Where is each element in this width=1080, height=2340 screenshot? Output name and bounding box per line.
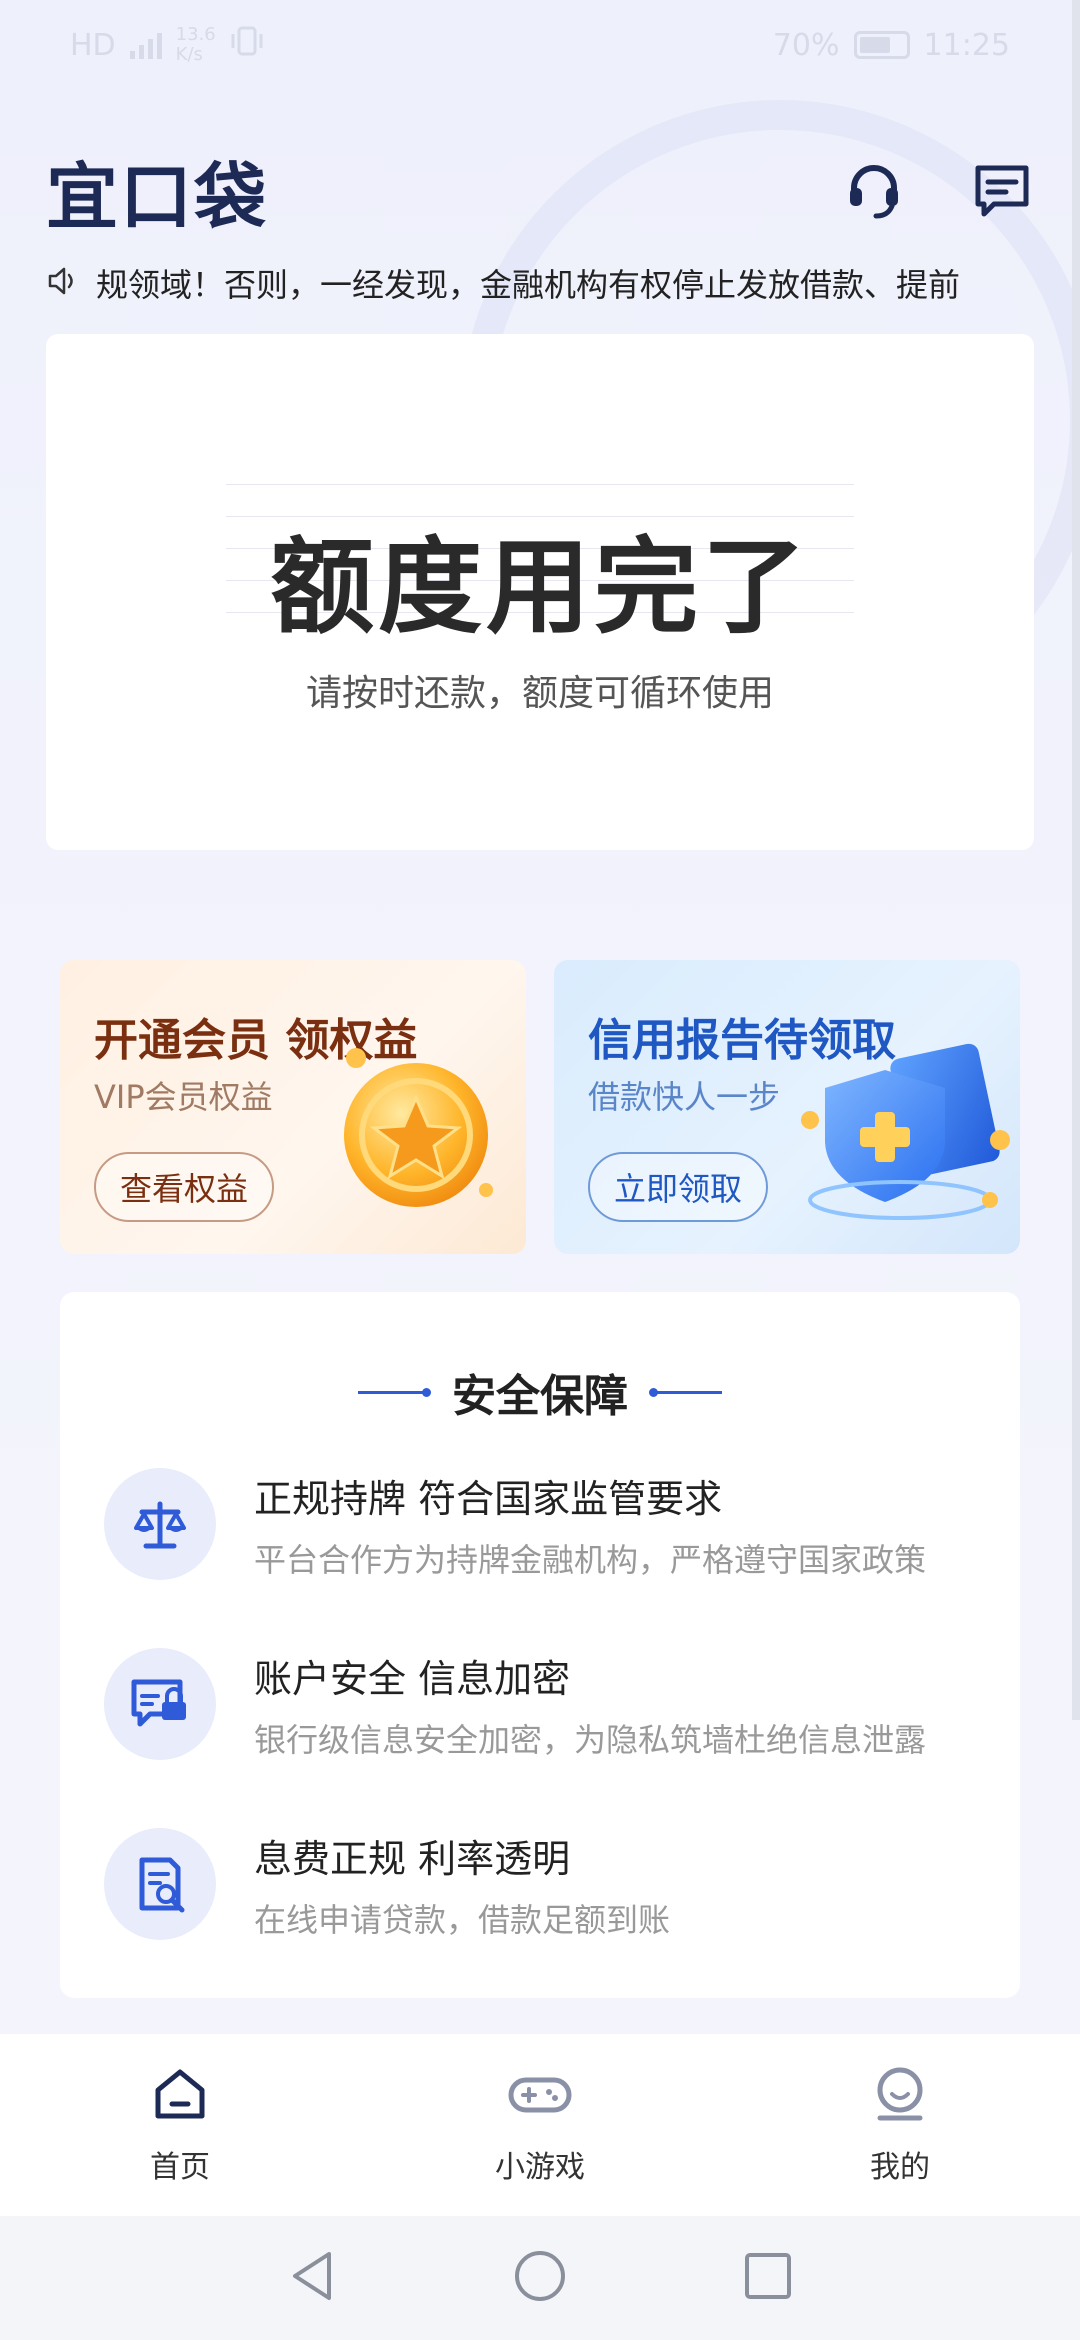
security-item-desc: 在线申请贷款，借款足额到账: [254, 1900, 671, 1939]
document-search-icon: [104, 1828, 216, 1940]
view-benefits-button[interactable]: 查看权益: [94, 1152, 275, 1222]
security-item-account: 账户安全 信息加密 银行级信息安全加密，为隐私筑墙杜绝信息泄露: [104, 1644, 984, 1764]
network-type: HD: [70, 27, 116, 63]
network-speed-unit: K/s: [175, 44, 203, 65]
back-icon[interactable]: [287, 2248, 337, 2308]
security-item-fees: 息费正规 利率透明 在线申请贷款，借款足额到账: [104, 1824, 984, 1944]
nav-home[interactable]: 首页: [80, 2064, 280, 2186]
security-title: 安全保障: [452, 1371, 628, 1422]
system-nav-bar: [0, 2216, 1080, 2340]
network-speed-value: 13.6: [175, 24, 216, 45]
bottom-nav: 首页 小游戏 我的: [0, 2034, 1080, 2216]
scale-icon: [104, 1468, 216, 1580]
nav-profile[interactable]: 我的: [800, 2064, 1000, 2186]
notice-marquee[interactable]: 规领域！否则，一经发现，金融机构有权停止发放借款、提前: [46, 255, 1036, 311]
divider: [358, 1387, 431, 1397]
security-item-desc: 银行级信息安全加密，为隐私筑墙杜绝信息泄露: [254, 1720, 927, 1759]
gamepad-icon: [507, 2064, 573, 2128]
security-item-license: 正规持牌 符合国家监管要求 平台合作方为持牌金融机构，严格遵守国家政策: [104, 1464, 984, 1584]
quota-title: 额度用完了: [269, 526, 810, 648]
scrollbar[interactable]: [1072, 0, 1080, 1720]
nav-mini-games[interactable]: 小游戏: [440, 2064, 640, 2186]
security-header: 安全保障: [60, 1360, 1020, 1424]
battery-icon: [853, 31, 910, 59]
quota-card: 额度用完了 请按时还款，额度可循环使用: [46, 334, 1034, 850]
message-icon[interactable]: [970, 158, 1034, 222]
home-button-icon[interactable]: [512, 2248, 568, 2308]
app-screen: HD 13.6 K/s 70% 11:25 宜口袋 规领域！否则，一经发现，金融…: [0, 0, 1080, 2340]
security-section: 安全保障 正规持牌 符合国家监管要求 平台合作方为持牌金融机构，严格遵守国家政策: [60, 1292, 1020, 1998]
divider: [649, 1387, 722, 1397]
quota-subtitle: 请按时还款，额度可循环使用: [305, 673, 774, 714]
gold-coin-icon: [316, 1030, 516, 1234]
credit-promo-subtitle: 借款快人一步: [588, 1078, 781, 1116]
vip-promo-card[interactable]: 开通会员 领权益 VIP会员权益 查看权益: [60, 960, 526, 1254]
security-item-title: 账户安全 信息加密: [254, 1656, 571, 1701]
vibrate-icon: [230, 26, 264, 64]
speaker-icon: [46, 265, 78, 301]
nav-label: 我的: [870, 2150, 930, 2185]
home-icon: [150, 2064, 210, 2128]
signal-icon: [129, 31, 162, 59]
secure-message-icon: [104, 1648, 216, 1760]
shield-icon: [790, 1030, 1020, 1244]
notice-text: 规领域！否则，一经发现，金融机构有权停止发放借款、提前: [96, 266, 961, 304]
headset-icon[interactable]: [842, 158, 906, 222]
status-bar: HD 13.6 K/s 70% 11:25: [0, 0, 1080, 90]
profile-icon: [870, 2064, 930, 2128]
security-item-desc: 平台合作方为持牌金融机构，严格遵守国家政策: [254, 1540, 927, 1579]
nav-label: 首页: [150, 2150, 210, 2185]
clock: 11:25: [923, 27, 1010, 63]
app-header: 宜口袋: [0, 140, 1080, 240]
vip-promo-subtitle: VIP会员权益: [94, 1078, 273, 1116]
recents-icon[interactable]: [743, 2251, 793, 2305]
app-logo: 宜口袋: [46, 154, 269, 239]
security-item-title: 正规持牌 符合国家监管要求: [254, 1476, 723, 1521]
network-speed: 13.6 K/s: [176, 25, 216, 65]
claim-now-button[interactable]: 立即领取: [588, 1152, 769, 1222]
battery-percent: 70%: [772, 27, 840, 63]
credit-report-promo-card[interactable]: 信用报告待领取 借款快人一步 立即领取: [554, 960, 1020, 1254]
security-item-title: 息费正规 利率透明: [254, 1836, 571, 1881]
nav-label: 小游戏: [495, 2150, 585, 2185]
